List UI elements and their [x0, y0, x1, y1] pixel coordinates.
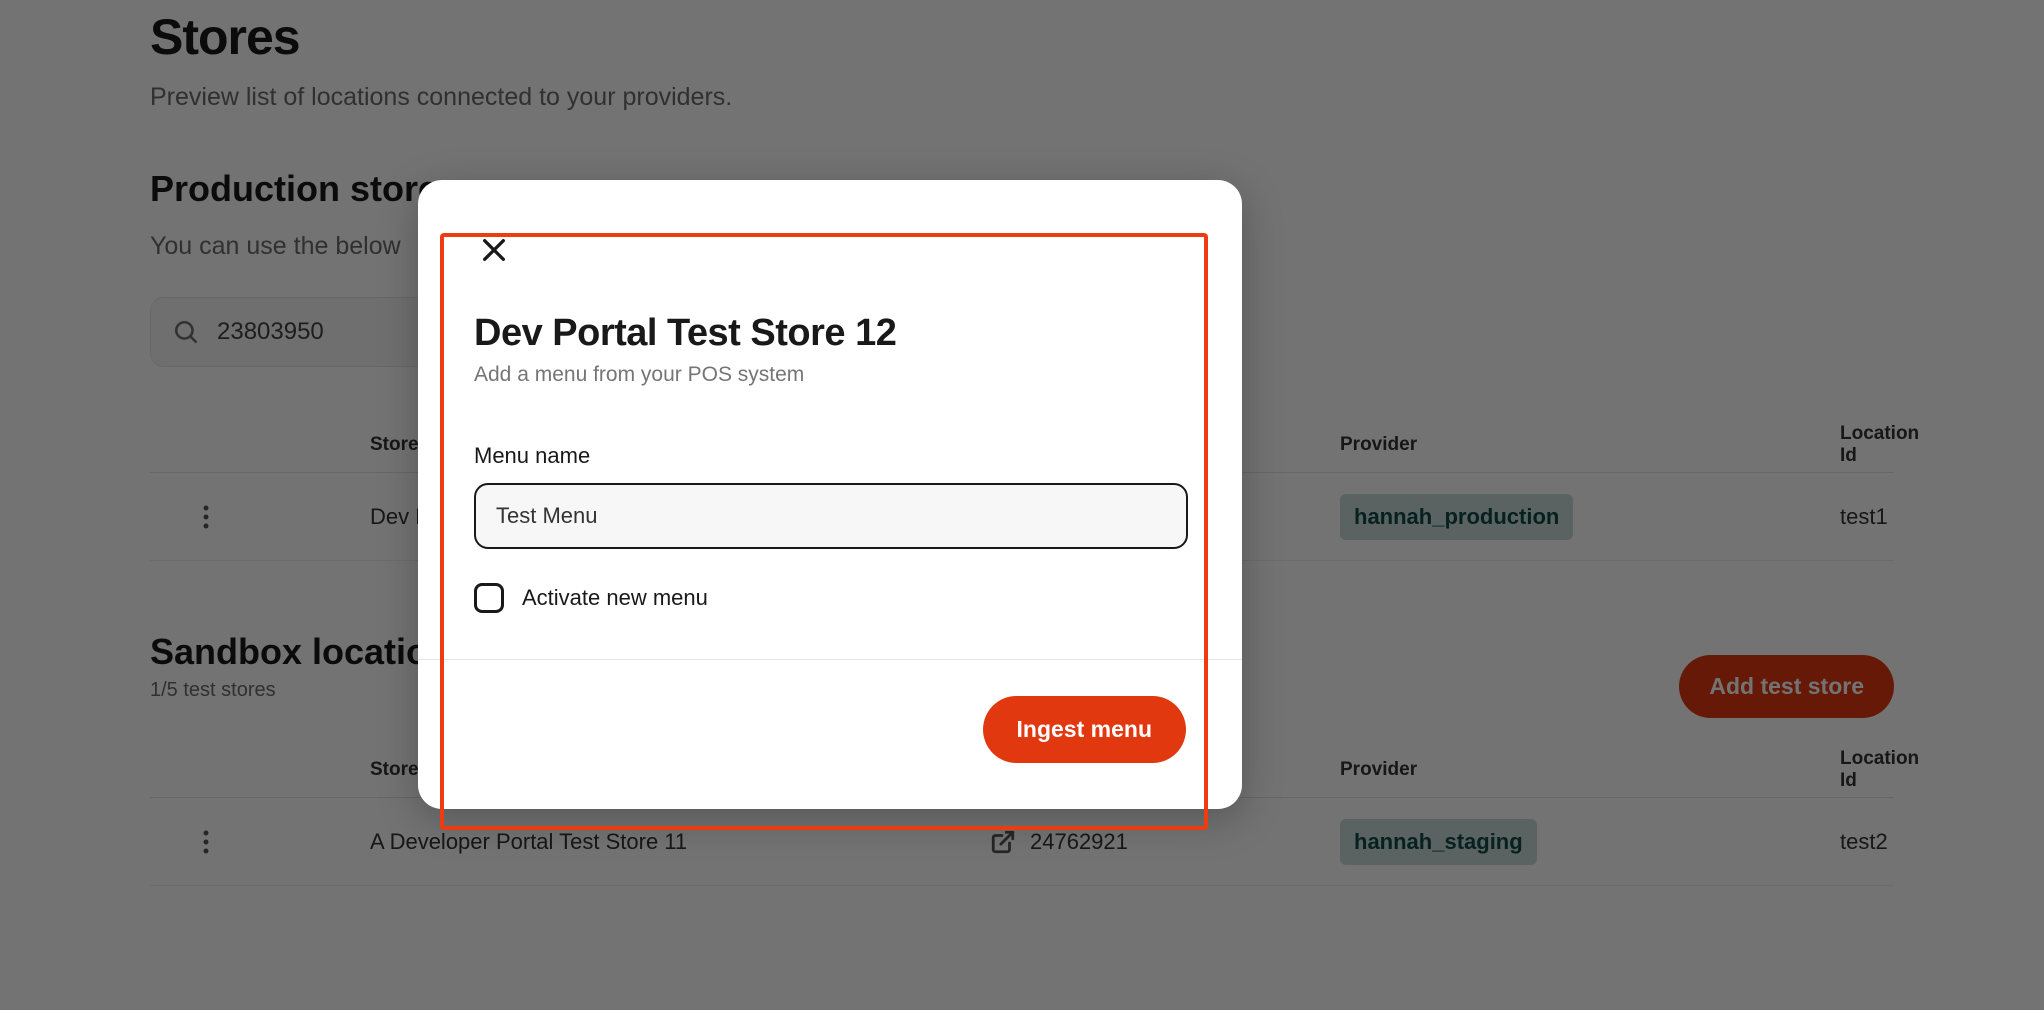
stores-page: Stores Preview list of locations connect…	[0, 0, 2044, 1010]
activate-menu-row: Activate new menu	[474, 583, 1186, 613]
menu-name-label: Menu name	[474, 443, 1186, 469]
activate-menu-checkbox[interactable]	[474, 583, 504, 613]
modal-footer: Ingest menu	[418, 659, 1242, 809]
ingest-menu-modal: Dev Portal Test Store 12 Add a menu from…	[418, 180, 1242, 809]
close-icon	[480, 236, 508, 264]
modal-subtitle: Add a menu from your POS system	[474, 363, 1186, 387]
ingest-menu-button[interactable]: Ingest menu	[983, 696, 1186, 763]
activate-menu-label: Activate new menu	[522, 585, 708, 611]
modal-title: Dev Portal Test Store 12	[474, 312, 1186, 355]
menu-name-input[interactable]	[474, 483, 1188, 549]
close-button[interactable]	[474, 230, 514, 270]
